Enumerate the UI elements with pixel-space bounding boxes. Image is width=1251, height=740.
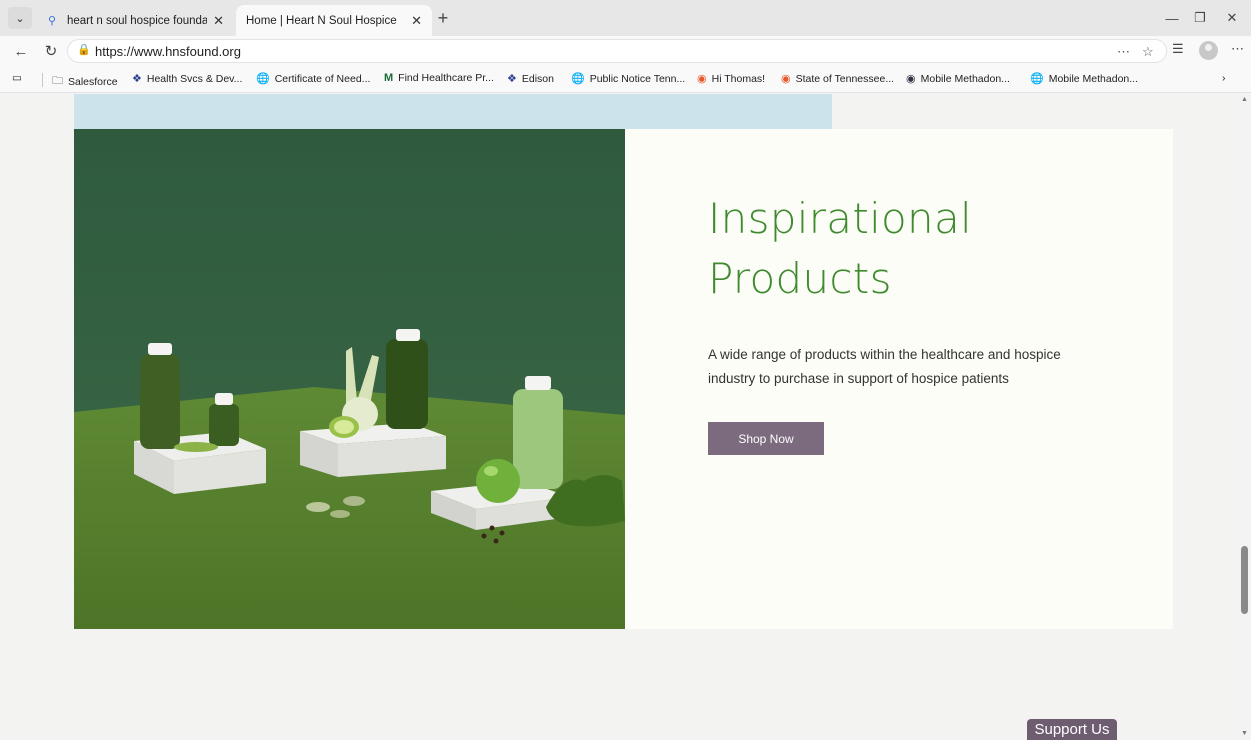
bookmark-salesforce[interactable]: 🗀 Salesforce xyxy=(52,72,118,91)
section-description: A wide range of products within the heal… xyxy=(708,347,1061,386)
tennessee-seal-icon: ❖ xyxy=(132,73,142,85)
chevron-down-icon: ⌄ xyxy=(15,12,25,25)
bookmark-mobile-methadone-2[interactable]: 🌐 Mobile Methadon... xyxy=(1030,72,1139,86)
section-heading: Inspirational Products xyxy=(708,189,1108,309)
globe-icon: 🌐 xyxy=(256,73,270,85)
new-tab-button[interactable]: + xyxy=(432,7,454,29)
bookmark-label: State of Tennessee... xyxy=(795,72,895,85)
profile-avatar[interactable] xyxy=(1199,41,1218,60)
shop-now-button[interactable]: Shop Now xyxy=(708,422,824,455)
tab-title: Home | Heart N Soul Hospice xyxy=(246,14,397,27)
support-us-button[interactable]: Support Us xyxy=(1027,719,1117,740)
browser-toolbar: ← ↻ 🔒 https://www.hnsfound.org ⋯ ☆ ☰ ⋯ xyxy=(0,36,1251,66)
chevron-right-icon[interactable]: › xyxy=(1222,72,1226,84)
close-icon[interactable]: ✕ xyxy=(213,13,224,29)
bookmark-label: Mobile Methadon... xyxy=(1048,72,1139,85)
heading-line-1: Inspirational xyxy=(708,194,972,243)
top-color-band xyxy=(74,94,832,129)
back-arrow-icon: ← xyxy=(13,42,29,60)
tab-actions-menu-button[interactable]: ⌄ xyxy=(8,7,32,29)
heading-line-2: Products xyxy=(708,254,892,303)
bookmark-label: Health Svcs & Dev... xyxy=(146,72,243,85)
bookmark-label: Salesforce xyxy=(68,75,118,88)
window-close-button[interactable]: ✕ xyxy=(1220,8,1244,28)
restore-button[interactable]: ❐ xyxy=(1188,8,1212,28)
scroll-thumb[interactable] xyxy=(1241,546,1248,614)
refresh-button[interactable]: ↻ xyxy=(40,40,62,62)
scroll-up-arrow-icon[interactable]: ▲ xyxy=(1241,96,1248,103)
bookmark-label: Certificate of Need... xyxy=(274,72,371,85)
minimize-button[interactable]: — xyxy=(1160,8,1184,28)
orange-ring-icon: ◉ xyxy=(697,73,707,85)
address-bar[interactable]: 🔒 https://www.hnsfound.org ⋯ ☆ xyxy=(67,39,1167,63)
juice-bottles-photo xyxy=(74,129,625,629)
url-text[interactable]: https://www.hnsfound.org xyxy=(95,44,241,59)
refresh-icon: ↻ xyxy=(44,43,58,60)
globe-icon: 🌐 xyxy=(571,73,585,85)
tennessee-seal-icon: ❖ xyxy=(507,73,517,85)
favorite-star-icon[interactable]: ☆ xyxy=(1142,44,1154,60)
page-viewport: Inspirational Products A wide range of p… xyxy=(0,94,1238,740)
bookmark-hi-thomas[interactable]: ◉ Hi Thomas! xyxy=(697,72,766,86)
tab-title: heart n soul hospice foundation - xyxy=(67,14,208,27)
more-options-icon[interactable]: ⋯ xyxy=(1231,41,1244,57)
lock-icon: 🔒 xyxy=(77,44,91,56)
favorites-icon[interactable]: ☰ xyxy=(1172,41,1184,57)
bookmark-label: Hi Thomas! xyxy=(711,72,766,85)
bookmark-health-svcs[interactable]: ❖ Health Svcs & Dev... xyxy=(132,72,243,86)
orange-ring-icon: ◉ xyxy=(781,73,791,85)
scroll-down-arrow-icon[interactable]: ▼ xyxy=(1241,730,1248,737)
bookmark-label: Find Healthcare Pr... xyxy=(398,72,494,84)
folder-icon: 🗀 xyxy=(52,75,63,87)
close-icon[interactable]: ✕ xyxy=(411,13,422,29)
search-icon: ⚲ xyxy=(48,15,57,27)
m-logo-icon: M xyxy=(384,72,394,84)
bookmark-mobile-methadone-1[interactable]: ◉ Mobile Methadon... xyxy=(906,72,1010,86)
back-button[interactable]: ← xyxy=(10,40,32,62)
bookmark-find-healthcare[interactable]: M Find Healthcare Pr... xyxy=(384,72,494,84)
tab-strip: ⌄ ⚲ heart n soul hospice foundation - ✕ … xyxy=(0,0,1251,36)
bookmark-edison[interactable]: ❖ Edison xyxy=(507,72,554,86)
tab-home-heart-n-soul[interactable]: Home | Heart N Soul Hospice ✕ xyxy=(236,5,432,36)
tab-search-results[interactable]: ⚲ heart n soul hospice foundation - ✕ xyxy=(38,5,234,36)
browser-window: ⌄ ⚲ heart n soul hospice foundation - ✕ … xyxy=(0,0,1251,740)
circle-logo-icon: ◉ xyxy=(906,73,916,85)
bookmarks-bar: ▭ 🗀 Salesforce ❖ Health Svcs & Dev... 🌐 Cer… xyxy=(0,66,1251,93)
reader-mode-icon[interactable]: ⋯ xyxy=(1117,44,1130,60)
product-hero-image xyxy=(74,129,625,629)
collections-icon[interactable]: ▭ xyxy=(12,72,22,84)
inspirational-products-card: Inspirational Products A wide range of p… xyxy=(625,129,1173,629)
bookmark-separator xyxy=(42,73,43,87)
bookmark-label: Public Notice Tenn... xyxy=(589,72,686,85)
page-scrollbar[interactable]: ▲ ▼ xyxy=(1238,94,1251,740)
globe-icon: 🌐 xyxy=(1030,73,1044,85)
bookmark-state-of-tennessee[interactable]: ◉ State of Tennessee... xyxy=(781,72,895,86)
bookmark-public-notice[interactable]: 🌐 Public Notice Tenn... xyxy=(571,72,686,86)
bookmark-label: Edison xyxy=(521,72,554,85)
bookmark-label: Mobile Methadon... xyxy=(920,72,1010,85)
bookmark-certificate-of-need[interactable]: 🌐 Certificate of Need... xyxy=(256,72,371,86)
